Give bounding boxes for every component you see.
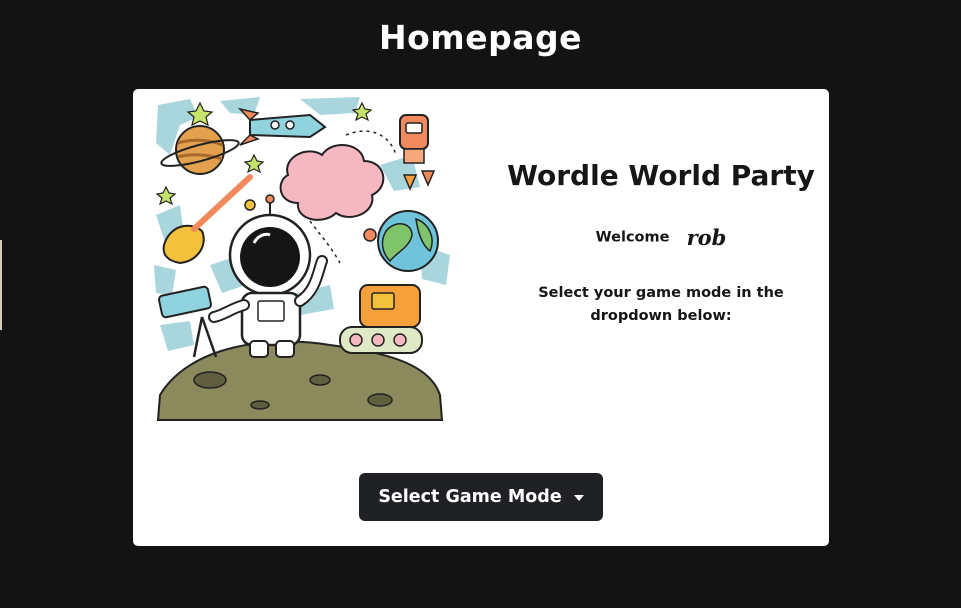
welcome-label: Welcome bbox=[595, 229, 670, 246]
dropdown-label: Select Game Mode bbox=[378, 487, 562, 507]
homepage: Homepage Wordle World Party Welcome rob … bbox=[0, 0, 961, 608]
welcome-row: Welcome rob bbox=[503, 225, 819, 250]
instructions-text: Select your game mode in the dropdown be… bbox=[538, 285, 784, 324]
game-title: Wordle World Party bbox=[507, 159, 815, 192]
username: rob bbox=[686, 225, 727, 250]
page-title: Homepage bbox=[379, 18, 582, 57]
astronaut-illustration bbox=[154, 97, 450, 421]
game-mode-dropdown-button[interactable]: Select Game Mode bbox=[359, 473, 603, 521]
left-edge-strip bbox=[0, 240, 2, 330]
caret-down-icon bbox=[573, 495, 584, 501]
game-card: Wordle World Party Welcome rob Select yo… bbox=[133, 89, 829, 546]
